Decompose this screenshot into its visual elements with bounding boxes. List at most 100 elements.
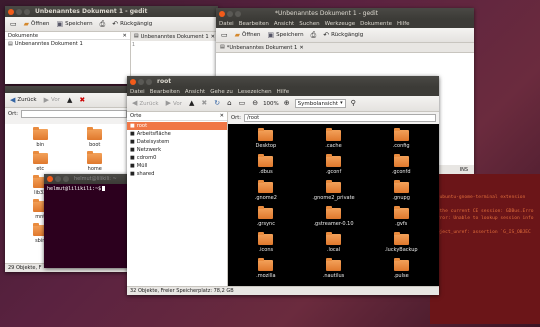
maximize-icon[interactable] [146,78,152,85]
folder-item[interactable]: .gstreamer-0.10 [300,206,368,234]
terminal-output-window[interactable]: l-ubuntu-gnome-terminal extension s the c… [430,174,540,324]
close-tab-icon[interactable]: ✕ [299,45,303,51]
close-sidebar-icon[interactable]: ✕ [123,33,127,39]
nautilus_root-menu-item[interactable]: Ansicht [185,89,205,95]
folder-item[interactable]: .config [367,128,435,156]
folder-item[interactable]: .pulse [367,258,435,286]
stop-button[interactable]: ✖ [199,99,209,108]
sidebar-item-place[interactable]: ■ Dateisystem [127,138,227,146]
sidebar-item-place[interactable]: ■ Müll [127,162,227,170]
gedit_front-menu-item[interactable]: Bearbeiten [239,21,269,27]
folder-item[interactable]: etc [13,151,68,175]
close-icon[interactable] [219,10,225,17]
print-button[interactable]: ⎙ [309,31,319,40]
nautilus-root-titlebar[interactable]: root [127,76,439,87]
sidebar-item-place[interactable]: ■ shared [127,170,227,178]
close-icon[interactable] [130,78,136,85]
folder-item[interactable]: .grsync [232,206,300,234]
folder-item[interactable]: .gconf [300,154,368,182]
nautilus_root-menu-item[interactable]: Gehe zu [210,89,233,95]
home-button[interactable]: ⌂ [225,99,233,108]
location-field[interactable] [21,110,127,118]
terminal-window[interactable]: helmut@lilikili: ~ helmut@lilikili:~$ [44,174,134,268]
nautilus-root-window[interactable]: root Datei Bearbeiten Ansicht Gehe zu Leseze… [127,76,439,295]
gedit_front-menu-item[interactable]: Hilfe [397,21,410,27]
maximize-icon[interactable] [63,176,69,182]
folder-item[interactable]: .gnome2 [232,180,300,208]
new-button[interactable]: ▭ [8,20,19,29]
up-button[interactable]: ▲ [187,99,196,108]
folder-item[interactable]: .gvfs [367,206,435,234]
folder-item[interactable]: .local [300,232,368,260]
gedit_front-menu-item[interactable]: Datei [219,21,234,27]
folder-item[interactable]: .nautilus [300,258,368,286]
terminal-titlebar[interactable]: helmut@lilikili: ~ [44,174,134,184]
gedit-back-titlebar[interactable]: Unbenanntes Dokument 1 - gedit [5,6,218,17]
folder-item[interactable]: .icons [232,232,300,260]
folder-item[interactable]: .mozilla [232,258,300,286]
terminal-area[interactable]: helmut@lilikili:~$ [44,184,134,194]
sidebar-document-item[interactable]: ▤ Unbenanntes Dokument 1 [5,40,130,48]
nautilus_root-menu-item[interactable]: Hilfe [277,89,290,95]
close-icon[interactable] [47,176,53,182]
close-tab-icon[interactable]: ✕ [211,34,215,40]
new-button[interactable]: ▭ [219,31,230,40]
folder-item[interactable]: .gnome2_private [300,180,368,208]
forward-button[interactable]: ▶ Vor [164,99,184,108]
minimize-icon[interactable] [55,176,61,182]
minimize-icon[interactable] [138,78,144,85]
sidebar-item-place[interactable]: ■ Arbeitsfläche [127,130,227,138]
folder-item[interactable]: .cache [300,128,368,156]
document-tab[interactable]: ▤ Unbenanntes Dokument 1 ✕ [130,32,218,41]
folder-item[interactable]: Desktop [232,128,300,156]
close-icon[interactable] [8,8,14,15]
gedit_front-menu-item[interactable]: Werkzeuge [325,21,356,27]
sidebar-item-place[interactable]: ■ root [127,122,227,130]
print-button[interactable]: ⎙ [98,20,108,29]
nautilus_root-menu-item[interactable]: Lesezeichen [238,89,272,95]
zoom-out-button[interactable]: ⊖ [250,99,260,108]
gedit-window-back[interactable]: Unbenanntes Dokument 1 - gedit ▭ ▰ Öffnen… [5,6,218,84]
folder-item[interactable]: .gnupg [367,180,435,208]
maximize-icon[interactable] [24,8,30,15]
folder-item[interactable]: .luckyBackup [367,232,435,260]
undo-button[interactable]: ↶ Rückgängig [110,20,154,29]
up-button[interactable]: ▲ [65,96,74,105]
view-select[interactable]: Symbolansicht ▾ [294,99,346,108]
zoom-in-button[interactable]: ⊕ [282,99,292,108]
folder-item[interactable]: boot [68,127,123,151]
computer-button[interactable]: ▭ [237,99,248,108]
back-button[interactable]: ◀ Zurück [130,99,161,108]
search-button[interactable]: ⚲ [349,99,358,108]
folder-item[interactable]: .dbus [232,154,300,182]
sidebar-item-place[interactable]: ■ Netzwerk [127,146,227,154]
back-button[interactable]: ◀ Zurück [8,96,39,105]
folder-item[interactable]: .gconfd [367,154,435,182]
nautilus_root-menu-item[interactable]: Bearbeiten [150,89,180,95]
gedit_front-menu-item[interactable]: Ansicht [274,21,294,27]
terminal-line: error: Unable to lookup session info [434,216,534,221]
folder-item[interactable]: bin [13,127,68,151]
reload-button[interactable]: ↻ [212,99,222,108]
save-button[interactable]: ▣ Speichern [266,31,306,40]
sidebar-item-place[interactable]: ■ cdrom0 [127,154,227,162]
open-button[interactable]: ▰ Öffnen [233,31,263,40]
stop-button[interactable]: ✖ [77,96,87,105]
maximize-icon[interactable] [235,10,241,17]
forward-button[interactable]: ▶ Vor [42,96,62,105]
open-button[interactable]: ▰ Öffnen [22,20,52,29]
nautilus-home-titlebar[interactable] [5,86,130,93]
location-field[interactable]: /root [244,114,436,122]
undo-button[interactable]: ↶ Rückgängig [321,31,365,40]
save-icon: ▣ [267,30,275,39]
gedit_front-menu-item[interactable]: Dokumente [360,21,392,27]
gedit_front-menu-item[interactable]: Suchen [299,21,319,27]
minimize-icon[interactable] [227,10,233,17]
folder-item[interactable]: home [68,151,123,175]
save-button[interactable]: ▣ Speichern [55,20,95,29]
gedit-front-titlebar[interactable]: *Unbenanntes Dokument 1 - gedit [216,8,474,19]
minimize-icon[interactable] [16,8,22,15]
nautilus_root-menu-item[interactable]: Datei [130,89,145,95]
close-sidebar-icon[interactable]: ✕ [220,113,224,119]
document-tab[interactable]: ▤ *Unbenanntes Dokument 1 ✕ [216,43,474,53]
